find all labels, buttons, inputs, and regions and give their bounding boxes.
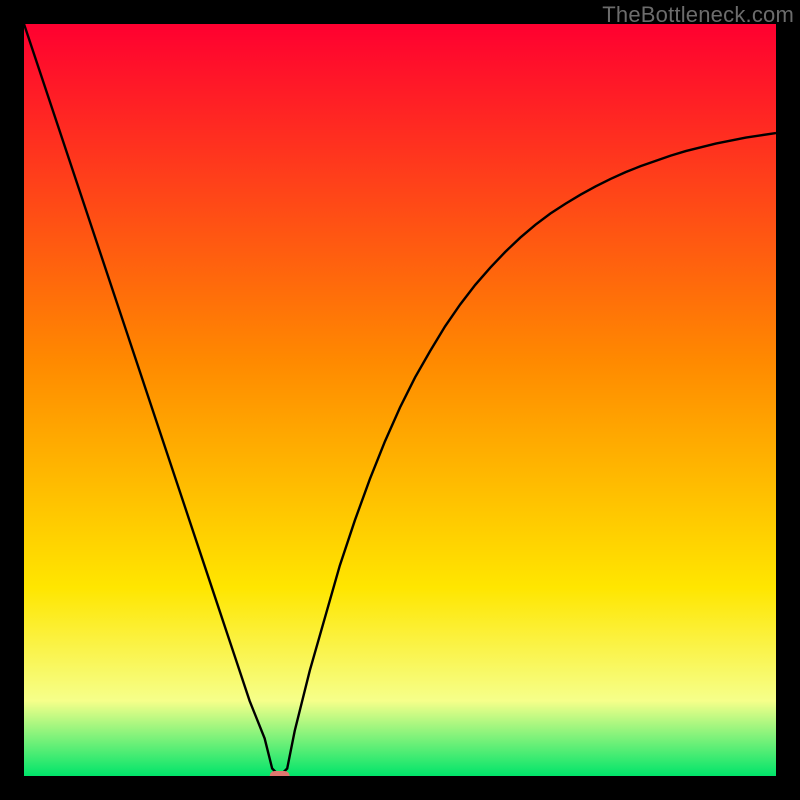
- watermark-text: TheBottleneck.com: [602, 2, 794, 28]
- gradient-background: [24, 24, 776, 776]
- chart-frame: [24, 24, 776, 776]
- bottleneck-chart: [24, 24, 776, 776]
- optimal-point-marker: [270, 771, 290, 776]
